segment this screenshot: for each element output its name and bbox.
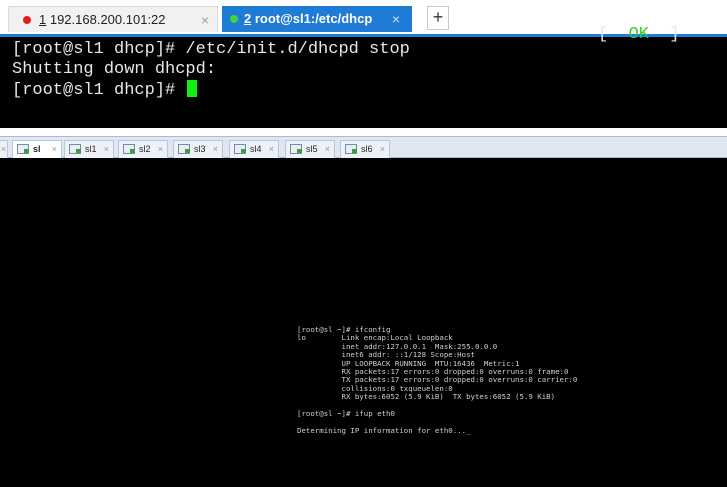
close-icon[interactable]: ×	[392, 6, 400, 32]
session-tab-2-label: 2 root@sl1:/etc/dhcp	[244, 11, 373, 26]
new-tab-button[interactable]: +	[427, 6, 449, 30]
vm-tab-label: sl2	[139, 144, 151, 154]
console-line: Determining IP information for eth0..._	[297, 425, 471, 435]
close-icon[interactable]: ×	[158, 141, 163, 157]
vm-icon	[178, 144, 190, 154]
vm-tab-overflow-close[interactable]: ×	[0, 140, 8, 158]
vm-icon	[123, 144, 135, 154]
connected-status-icon	[230, 15, 238, 23]
terminal-output[interactable]: [root@sl1 dhcp]# /etc/init.d/dhcpd stop …	[0, 34, 727, 128]
disconnected-status-icon	[23, 16, 31, 24]
status-bracket-close: ]	[649, 25, 680, 44]
vm-tab-label: sl1	[85, 144, 97, 154]
window-separator	[0, 128, 727, 136]
vm-icon	[17, 144, 29, 154]
session-tab-1[interactable]: 1 192.168.200.101:22 ×	[8, 6, 218, 32]
vm-tab-label: sl6	[361, 144, 373, 154]
vm-icon	[69, 144, 81, 154]
vm-tab-sl5[interactable]: sl5 ×	[285, 140, 335, 158]
vm-icon	[345, 144, 357, 154]
close-icon[interactable]: ×	[269, 141, 274, 157]
vm-console-screen[interactable]: [root@sl ~]# ifconfig lo Link encap:Loca…	[0, 158, 727, 487]
console-output: [root@sl ~]# ifconfig lo Link encap:Loca…	[297, 325, 577, 435]
close-icon[interactable]: ×	[213, 141, 218, 157]
vm-tab-sl4[interactable]: sl4 ×	[229, 140, 279, 158]
close-icon[interactable]: ×	[380, 141, 385, 157]
vm-tab-sl[interactable]: sl ×	[12, 140, 62, 158]
vm-icon	[234, 144, 246, 154]
text-cursor	[187, 80, 198, 97]
close-icon[interactable]: ×	[325, 141, 330, 157]
console-line: [root@sl ~]# ifup eth0	[297, 408, 395, 418]
session-tab-1-label: 1 192.168.200.101:22	[39, 12, 166, 27]
vm-tab-label: sl3	[194, 144, 206, 154]
session-tab-2[interactable]: 2 root@sl1:/etc/dhcp ×	[222, 6, 412, 32]
close-icon[interactable]: ×	[201, 7, 209, 33]
vm-tab-label: sl5	[306, 144, 318, 154]
close-icon[interactable]: ×	[104, 141, 109, 157]
vm-console-window: × sl × sl1 × sl2 × sl3 × sl4 × sl5 × sl6…	[0, 136, 727, 487]
vm-tab-sl2[interactable]: sl2 ×	[118, 140, 168, 158]
console-line: RX bytes:6052 (5.9 KiB) TX bytes:6052 (5…	[297, 392, 556, 402]
terminal-line: Shutting down dhcpd:	[12, 60, 217, 79]
service-status-ok: [ OK ]	[598, 25, 680, 44]
vm-tab-label: sl	[33, 144, 41, 154]
vm-tab-label: sl4	[250, 144, 262, 154]
terminal-prompt: [root@sl1 dhcp]#	[12, 81, 186, 100]
status-ok-text: OK	[628, 25, 650, 44]
ssh-client-window: 1 192.168.200.101:22 × 2 root@sl1:/etc/d…	[0, 0, 727, 132]
vm-icon	[290, 144, 302, 154]
close-icon[interactable]: ×	[52, 141, 57, 157]
vm-tab-bar: × sl × sl1 × sl2 × sl3 × sl4 × sl5 × sl6…	[0, 136, 727, 158]
vm-tab-sl3[interactable]: sl3 ×	[173, 140, 223, 158]
vm-tab-sl6[interactable]: sl6 ×	[340, 140, 390, 158]
terminal-prompt-line: [root@sl1 dhcp]#	[12, 80, 727, 100]
vm-tab-sl1[interactable]: sl1 ×	[64, 140, 114, 158]
status-bracket-open: [	[598, 25, 629, 44]
